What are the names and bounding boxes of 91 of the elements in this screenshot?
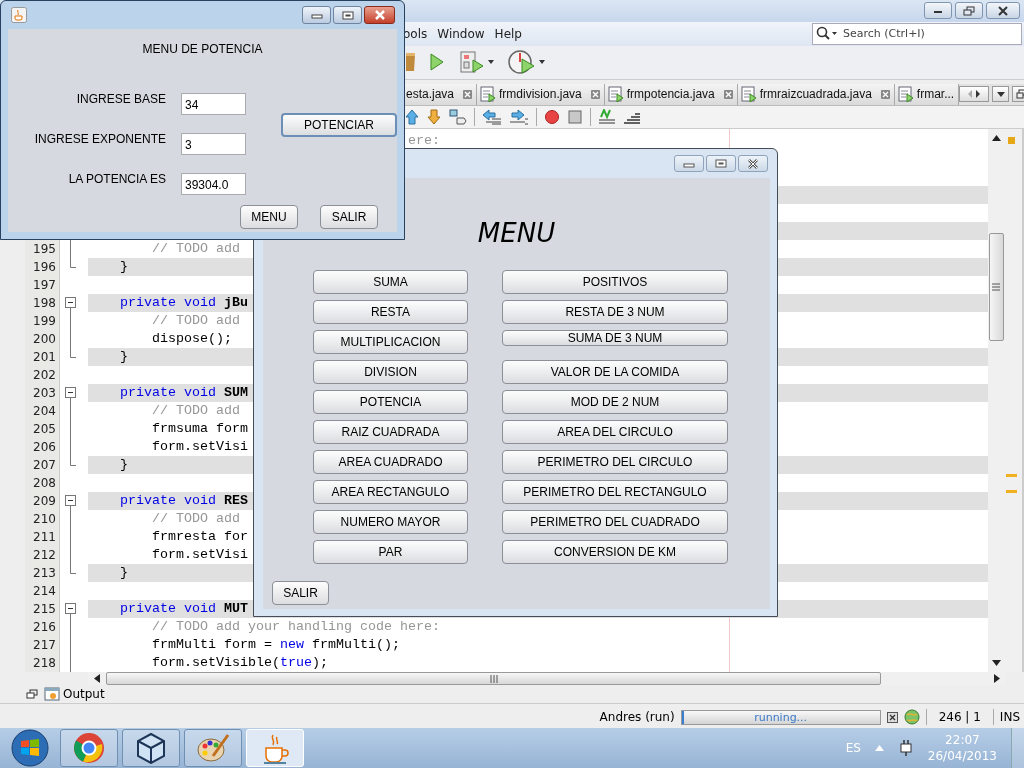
editor-tab[interactable]: frmar...	[894, 83, 960, 106]
line-number: 218	[33, 656, 56, 671]
option-button[interactable]: RAIZ CUADRADA	[313, 420, 468, 444]
code-line: // TODO add	[151, 403, 240, 419]
code-line: form.setVisi	[151, 439, 248, 455]
code-line: ere:	[407, 133, 440, 149]
option-button[interactable]: PAR	[313, 540, 468, 564]
line-number: 196	[33, 260, 56, 275]
line-number: 209	[33, 494, 56, 509]
line-number: 214	[33, 584, 56, 599]
editor-tab[interactable]: frmdivision.java	[477, 83, 605, 106]
line-number: 207	[33, 458, 56, 473]
option-button[interactable]: RESTA DE 3 NUM	[502, 300, 728, 324]
code-line: private void SUM	[119, 385, 248, 401]
line-number: 202	[33, 368, 56, 383]
line-number: 203	[33, 386, 56, 401]
code-line: }	[119, 457, 128, 473]
code-line: form.setVisi	[151, 547, 248, 563]
option-button[interactable]: AREA DEL CIRCULO	[502, 420, 728, 444]
input-field[interactable]: 39304.0	[181, 173, 246, 195]
line-number: 211	[33, 530, 56, 545]
code-line: }	[119, 349, 128, 365]
option-button[interactable]: SUMA	[313, 270, 468, 294]
calculate-button[interactable]: POTENCIAR	[281, 113, 397, 137]
code-line: form.setVisible(true);	[151, 655, 328, 671]
code-line: frmMulti form = new frmMulti();	[151, 637, 400, 653]
menu-item[interactable]: Window	[437, 26, 485, 41]
form-title: MENU DE POTENCIA	[141, 41, 264, 58]
line-number: 197	[33, 278, 56, 293]
option-button[interactable]: SUMA DE 3 NUM	[502, 330, 728, 346]
line-number: 215	[33, 602, 56, 617]
code-line: // TODO add your handling code here:	[151, 619, 440, 635]
line-number: 210	[33, 512, 56, 527]
option-button[interactable]: PERIMETRO DEL CUADRADO	[502, 510, 728, 534]
option-button[interactable]: AREA CUADRADO	[313, 450, 468, 474]
code-line: private void jBu	[119, 295, 248, 311]
line-number: 195	[33, 242, 56, 257]
line-number: 204	[33, 404, 56, 419]
progress-text: running...	[754, 710, 808, 724]
code-line: frmresta for	[151, 529, 248, 545]
code-line: // TODO add	[151, 313, 240, 329]
search-input[interactable]: Search (Ctrl+I)	[841, 26, 1015, 42]
code-line: dispose();	[151, 331, 232, 347]
option-button[interactable]: POTENCIA	[313, 390, 468, 414]
code-line: // TODO add	[151, 241, 240, 257]
output-tab[interactable]: Output	[44, 687, 105, 702]
option-button[interactable]: PERIMETRO DEL CIRCULO	[502, 450, 728, 474]
line-number: 213	[33, 566, 56, 581]
status-text: Andres (run)	[599, 710, 675, 725]
option-button[interactable]: NUMERO MAYOR	[313, 510, 468, 534]
line-number: 212	[33, 548, 56, 563]
field-label: INGRESE BASE	[75, 92, 166, 106]
code-line: }	[119, 259, 128, 275]
code-line: // TODO add	[151, 511, 240, 527]
caret-position: 246 | 1	[938, 710, 981, 725]
option-button[interactable]: DIVISION	[313, 360, 468, 384]
line-number: 216	[33, 620, 56, 635]
line-number: 199	[33, 314, 56, 329]
line-number: 206	[33, 440, 56, 455]
code-line: }	[119, 565, 128, 581]
exit-button[interactable]: SALIR	[272, 581, 329, 605]
line-number: 217	[33, 638, 56, 653]
menu-item[interactable]: Help	[494, 26, 522, 41]
code-line: frmsuma form	[151, 421, 248, 437]
option-button[interactable]: PERIMETRO DEL RECTANGULO	[502, 480, 728, 504]
option-button[interactable]: VALOR DE LA COMIDA	[502, 360, 728, 384]
code-line: private void MUT	[119, 601, 248, 617]
editor-tab[interactable]: frmpotencia.java	[604, 83, 738, 106]
input-field[interactable]: 34	[181, 93, 246, 115]
line-number: 208	[33, 476, 56, 491]
editor-tab[interactable]: esta.java	[403, 83, 478, 106]
input-field[interactable]: 3	[181, 133, 246, 155]
editor-tab[interactable]: frmraizcuadrada.java	[737, 83, 895, 106]
line-number: 198	[33, 296, 56, 311]
option-button[interactable]: POSITIVOS	[502, 270, 728, 294]
option-button[interactable]: CONVERSION DE KM	[502, 540, 728, 564]
search-field[interactable]: Search (Ctrl+I)	[812, 22, 1022, 45]
form-button[interactable]: MENU	[240, 205, 298, 229]
field-label: INGRESE EXPONENTE	[33, 132, 166, 146]
line-number: 201	[33, 350, 56, 365]
insert-mode: INS	[999, 710, 1020, 725]
menu-title: MENU	[477, 218, 556, 248]
option-button[interactable]: MOD DE 2 NUM	[502, 390, 728, 414]
line-number: 200	[33, 332, 56, 347]
code-line: private void RES	[119, 493, 248, 509]
option-button[interactable]: MULTIPLICACION	[313, 330, 468, 354]
option-button[interactable]: RESTA	[313, 300, 468, 324]
option-button[interactable]: AREA RECTANGULO	[313, 480, 468, 504]
field-label: LA POTENCIA ES	[67, 172, 166, 186]
line-number: 205	[33, 422, 56, 437]
form-button[interactable]: SALIR	[320, 205, 378, 229]
